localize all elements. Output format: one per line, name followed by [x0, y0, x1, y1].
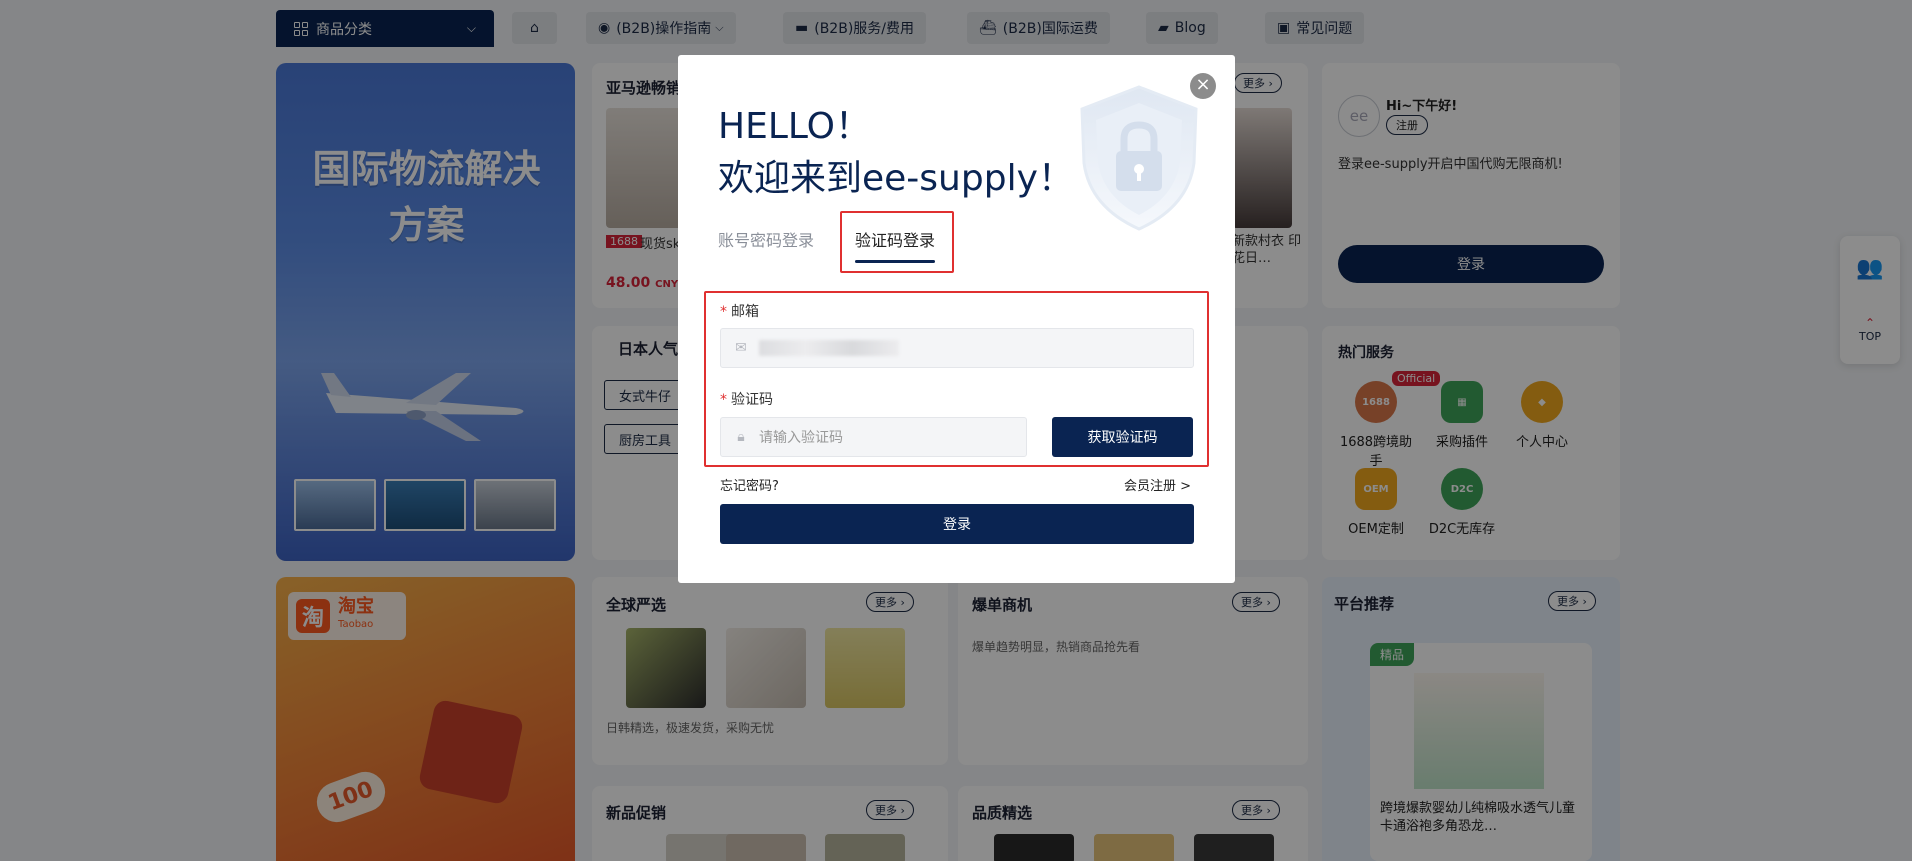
lock-icon: 🔒︎	[737, 429, 745, 445]
mail-icon: ✉	[735, 340, 747, 356]
email-label: * 邮箱	[720, 304, 759, 320]
code-field[interactable]: 🔒︎ 请输入验证码	[720, 417, 1027, 457]
login-button[interactable]: 登录	[720, 504, 1194, 544]
modal-heading: HELLO！ 欢迎来到ee-supply！	[718, 101, 1074, 205]
email-field[interactable]: ✉	[720, 328, 1194, 368]
forgot-password-link[interactable]: 忘记密码?	[720, 475, 779, 494]
email-value-redacted	[759, 340, 899, 356]
hello-text: HELLO！	[718, 106, 871, 147]
shield-lock-icon	[1080, 85, 1198, 231]
code-label: * 验证码	[720, 392, 773, 408]
code-label-text: 验证码	[731, 392, 773, 408]
welcome-text: 欢迎来到ee-supply！	[718, 158, 1074, 199]
register-link[interactable]: 会员注册 >	[1124, 475, 1191, 494]
email-label-text: 邮箱	[731, 304, 759, 320]
get-code-button[interactable]: 获取验证码	[1052, 417, 1193, 457]
tab-password-login[interactable]: 账号密码登录	[718, 227, 814, 251]
login-modal: × HELLO！ 欢迎来到ee-supply！ 账号密码登录 验证码登录 * 邮箱…	[678, 55, 1235, 583]
close-button[interactable]: ×	[1190, 73, 1216, 99]
highlight-box-tab	[840, 211, 954, 273]
code-placeholder: 请输入验证码	[759, 430, 843, 446]
